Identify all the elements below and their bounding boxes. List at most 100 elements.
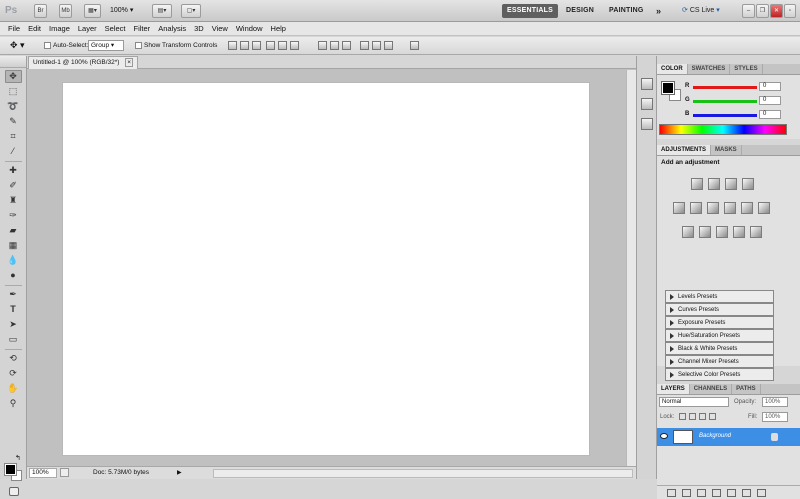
align-right-icon[interactable] — [290, 41, 299, 50]
quick-mask-icon[interactable] — [9, 487, 19, 496]
swap-colors-icon[interactable]: ↰ — [15, 454, 21, 462]
preset-exposure[interactable]: Exposure Presets — [665, 316, 774, 329]
document-tab[interactable]: Untitled-1 @ 100% (RGB/32*) × — [28, 56, 139, 69]
red-value-field[interactable]: 0 — [759, 82, 781, 91]
red-slider-bar[interactable] — [693, 86, 757, 89]
blue-slider-bar[interactable] — [693, 114, 757, 117]
restore-button[interactable]: ❐ — [756, 4, 769, 18]
menu-view[interactable]: View — [208, 24, 232, 33]
horizontal-scrollbar[interactable] — [213, 469, 633, 478]
menu-window[interactable]: Window — [232, 24, 267, 33]
menu-3d[interactable]: 3D — [190, 24, 208, 33]
blend-mode-dropdown[interactable]: Normal — [659, 397, 729, 407]
quick-selection-tool-icon[interactable]: ✎ — [5, 115, 22, 128]
align-left-icon[interactable] — [266, 41, 275, 50]
history-brush-tool-icon[interactable]: ✑ — [5, 209, 22, 222]
tab-masks[interactable]: MASKS — [711, 145, 742, 155]
link-icon[interactable] — [667, 488, 676, 497]
green-slider-bar[interactable] — [693, 100, 757, 103]
minimize-button[interactable]: – — [742, 4, 755, 18]
brush-tool-icon[interactable]: ✐ — [5, 179, 22, 192]
tab-channels[interactable]: CHANNELS — [690, 384, 733, 394]
hue-saturation-icon[interactable] — [690, 202, 702, 214]
tab-layers[interactable]: LAYERS — [657, 384, 690, 394]
black-white-icon[interactable] — [724, 202, 736, 214]
tools-panel-grip[interactable] — [0, 56, 26, 68]
preset-selective-color[interactable]: Selective Color Presets — [665, 368, 774, 381]
posterize-icon[interactable] — [699, 226, 711, 238]
lock-all-icon[interactable] — [709, 413, 716, 420]
brush-presets-panel-icon[interactable] — [640, 118, 653, 130]
screen-mode-icon[interactable]: ▢▾ — [181, 4, 201, 18]
color-panel-foreground-swatch[interactable] — [661, 81, 675, 95]
tab-styles[interactable]: STYLES — [730, 64, 763, 74]
zoom-tool-icon[interactable]: ⚲ — [5, 397, 22, 410]
new-layer-icon[interactable] — [742, 488, 751, 497]
move-tool-icon[interactable]: ✥ — [4, 70, 22, 83]
folder-icon[interactable] — [727, 488, 736, 497]
distribute-center-icon[interactable] — [372, 41, 381, 50]
window-restore-icon[interactable]: ▫ — [784, 4, 796, 18]
align-center-icon[interactable] — [278, 41, 287, 50]
blur-tool-icon[interactable]: 💧 — [5, 254, 22, 267]
color-spectrum-bar[interactable] — [659, 124, 787, 135]
workspace-design[interactable]: DESIGN — [566, 4, 594, 18]
shape-tool-icon[interactable]: ▭ — [5, 333, 22, 346]
view-extras-icon[interactable]: ▦▾ — [84, 4, 101, 18]
gradient-map-icon[interactable] — [733, 226, 745, 238]
pen-tool-icon[interactable]: ✒ — [5, 288, 22, 301]
visibility-eye-icon[interactable] — [660, 433, 668, 439]
align-bottom-icon[interactable] — [252, 41, 261, 50]
selective-color-icon[interactable] — [750, 226, 762, 238]
opacity-field[interactable]: 100% — [762, 397, 788, 407]
healing-brush-tool-icon[interactable]: ✚ — [5, 164, 22, 177]
preset-channel-mixer[interactable]: Channel Mixer Presets — [665, 355, 774, 368]
blue-value-field[interactable]: 0 — [759, 110, 781, 119]
path-selection-tool-icon[interactable]: ➤ — [5, 318, 22, 331]
lock-transparency-icon[interactable] — [679, 413, 686, 420]
vibrance-icon[interactable] — [673, 202, 685, 214]
gradient-tool-icon[interactable]: ▦ — [5, 239, 22, 252]
mask-icon[interactable] — [697, 488, 706, 497]
menu-edit[interactable]: Edit — [24, 24, 45, 33]
crop-tool-icon[interactable]: ⌗ — [5, 130, 22, 143]
hand-tool-icon[interactable]: ✋ — [5, 382, 22, 395]
fx-icon[interactable] — [682, 488, 691, 497]
lock-position-icon[interactable] — [699, 413, 706, 420]
distribute-right-icon[interactable] — [384, 41, 393, 50]
status-zoom-field[interactable]: 100% — [29, 468, 57, 478]
menu-analysis[interactable]: Analysis — [154, 24, 190, 33]
distribute-middle-icon[interactable] — [330, 41, 339, 50]
tab-swatches[interactable]: SWATCHES — [688, 64, 731, 74]
preset-levels[interactable]: Levels Presets — [665, 290, 774, 303]
eraser-tool-icon[interactable]: ▰ — [5, 224, 22, 237]
trash-icon[interactable] — [757, 488, 766, 497]
color-balance-icon[interactable] — [707, 202, 719, 214]
red-slider[interactable]: R 0 — [685, 82, 795, 92]
menu-filter[interactable]: Filter — [130, 24, 155, 33]
workspace-essentials[interactable]: ESSENTIALS — [502, 4, 558, 18]
tab-color[interactable]: COLOR — [657, 64, 688, 74]
dodge-tool-icon[interactable]: ● — [5, 269, 22, 282]
workspace-painting[interactable]: PAINTING — [609, 4, 644, 18]
document-canvas[interactable] — [63, 83, 589, 455]
zoom-dropdown[interactable]: 100% ▾ — [110, 4, 133, 18]
channel-mixer-icon[interactable] — [758, 202, 770, 214]
levels-icon[interactable] — [708, 178, 720, 190]
mini-bridge-button[interactable]: Mb — [59, 4, 72, 18]
clone-stamp-tool-icon[interactable]: ♜ — [5, 194, 22, 207]
3d-orbit-tool-icon[interactable]: ⟳ — [5, 367, 22, 380]
preset-hue-saturation[interactable]: Hue/Saturation Presets — [665, 329, 774, 342]
curves-icon[interactable] — [725, 178, 737, 190]
distribute-left-icon[interactable] — [360, 41, 369, 50]
arrange-documents-icon[interactable]: ▤▾ — [152, 4, 172, 18]
marquee-tool-icon[interactable]: ⬚ — [5, 85, 22, 98]
green-value-field[interactable]: 0 — [759, 96, 781, 105]
adjustment-icon[interactable] — [712, 488, 721, 497]
preset-black-white[interactable]: Black & White Presets — [665, 342, 774, 355]
lasso-tool-icon[interactable]: ➰ — [5, 100, 22, 113]
blue-slider[interactable]: B 0 — [685, 110, 795, 120]
foreground-color-swatch[interactable] — [4, 463, 17, 476]
align-top-icon[interactable] — [228, 41, 237, 50]
tab-adjustments[interactable]: ADJUSTMENTS — [657, 145, 712, 155]
